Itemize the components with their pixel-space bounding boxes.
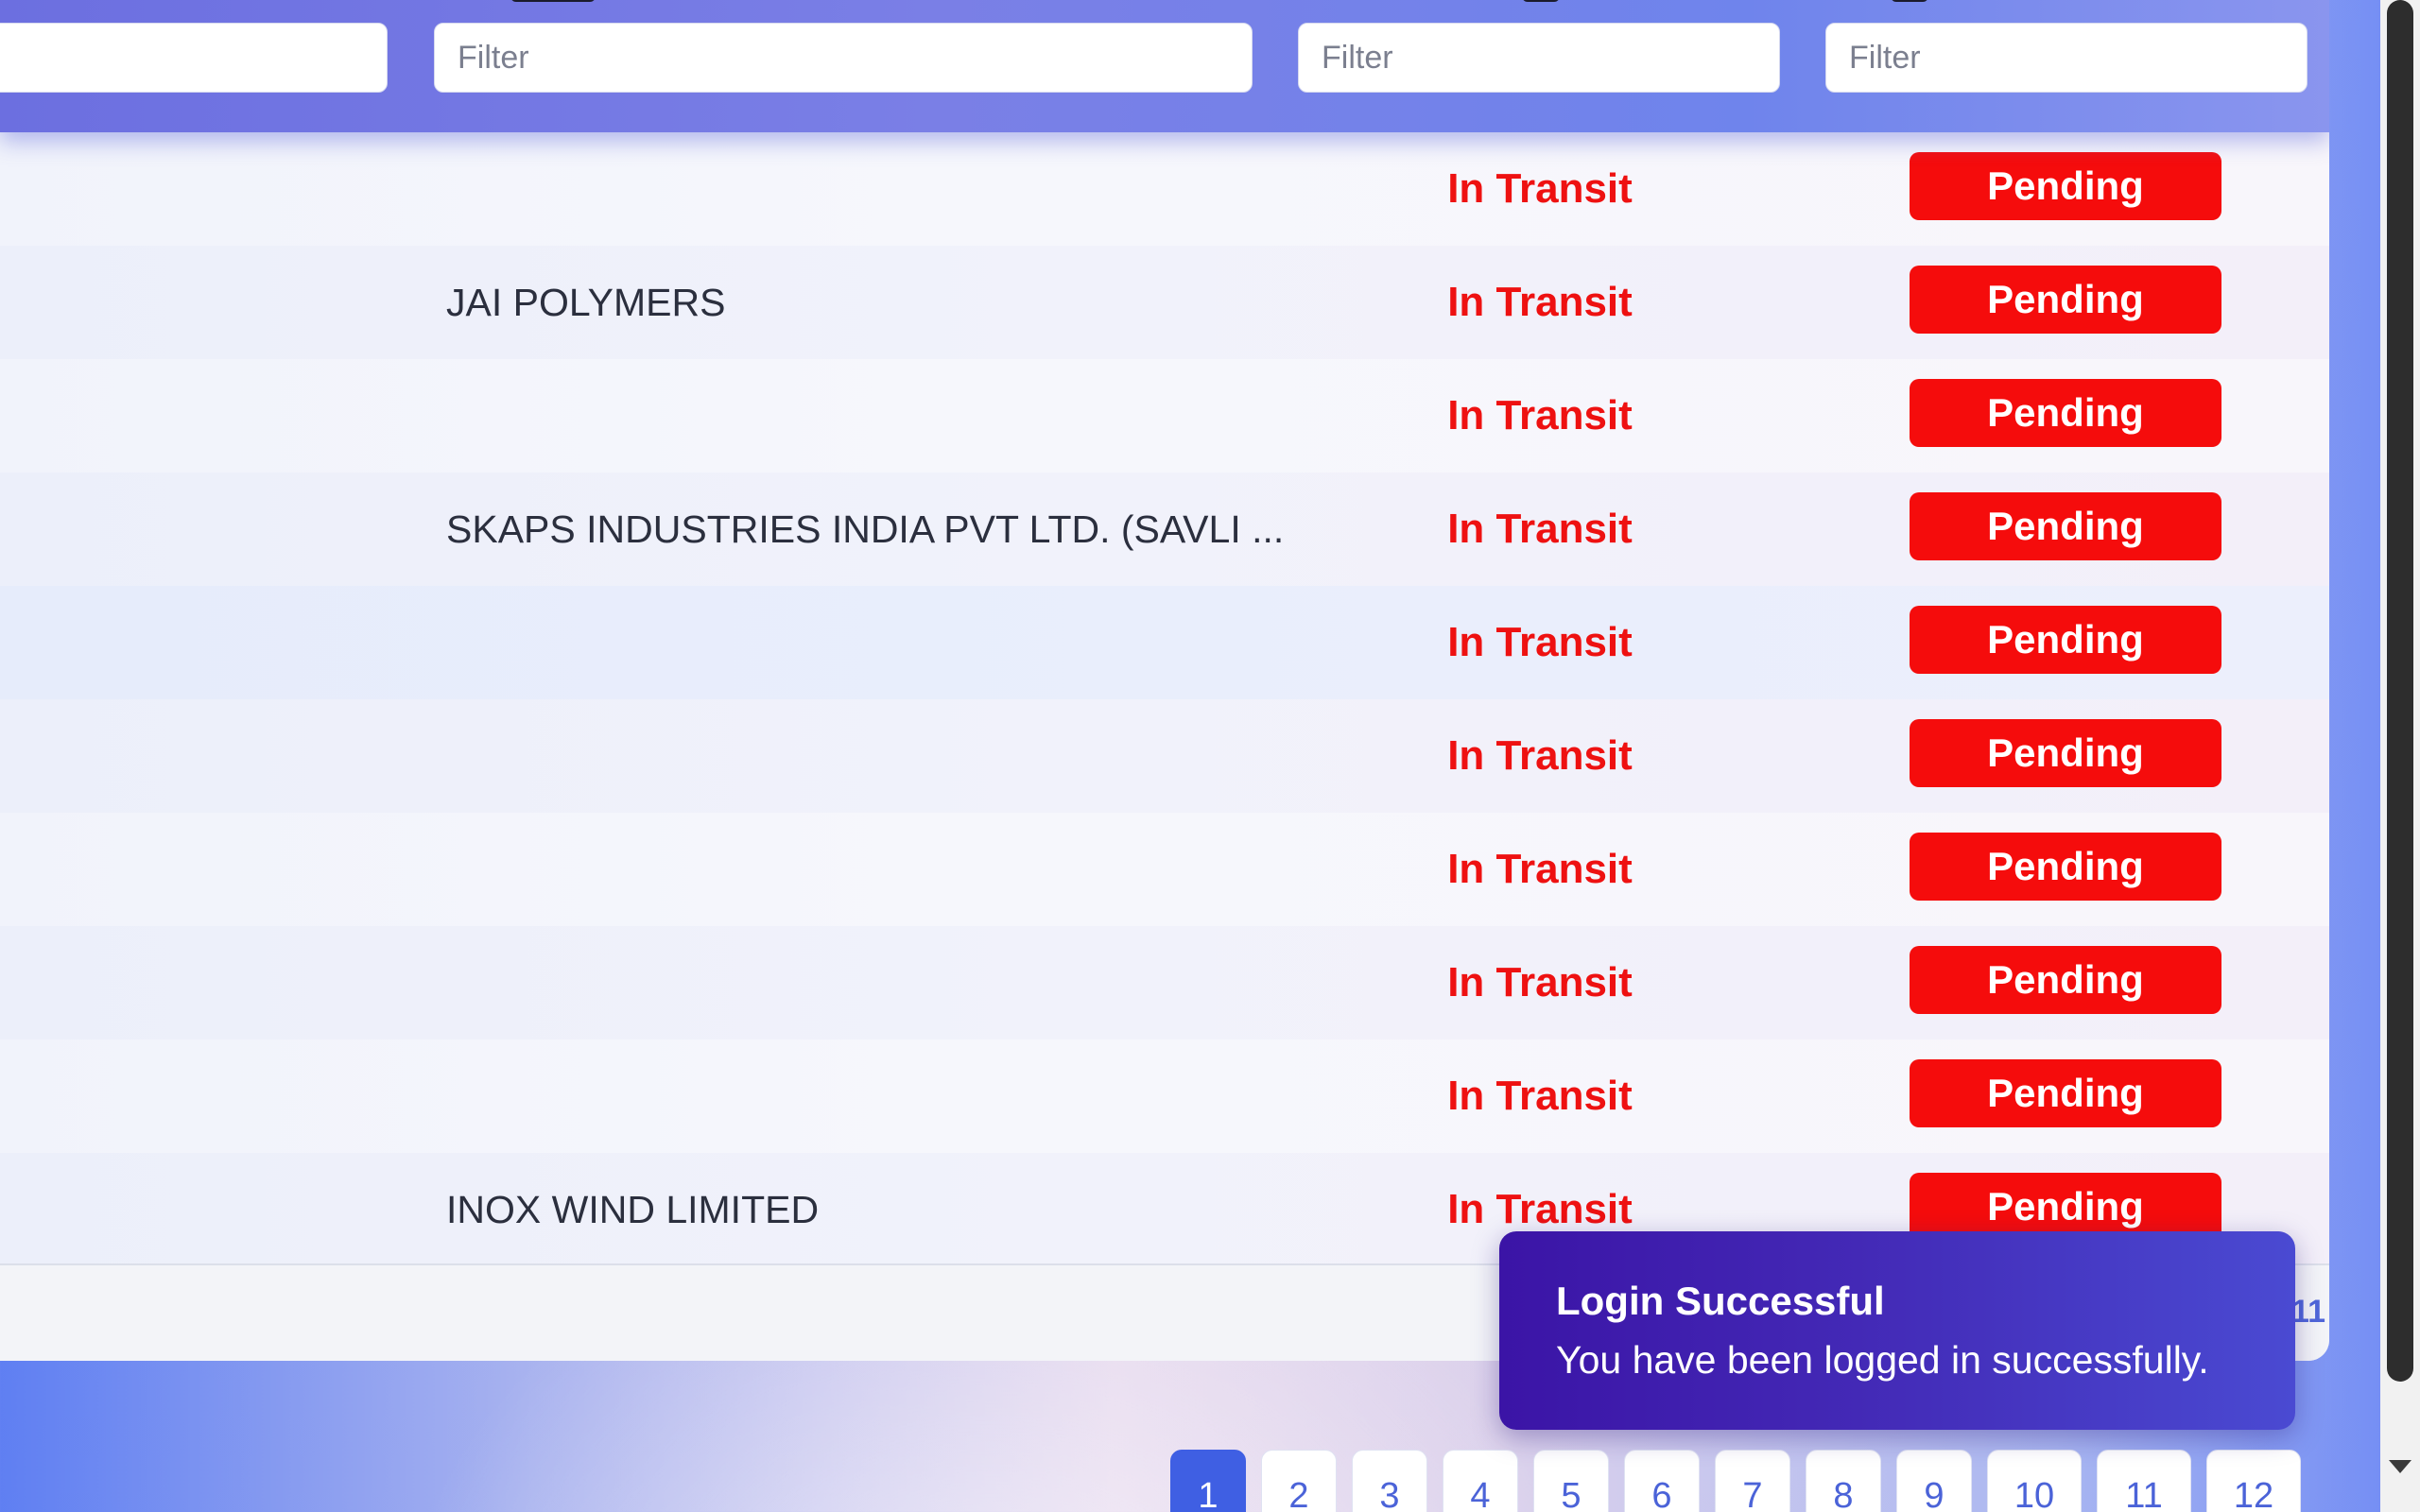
toast-title: Login Successful — [1556, 1279, 1885, 1323]
pending-button[interactable]: Pending — [1910, 946, 2221, 1014]
table-row[interactable]: In Transit Pending — [0, 813, 2329, 926]
status-cell: In Transit — [1447, 732, 1633, 779]
page-button-4[interactable]: 4 — [1443, 1450, 1518, 1512]
pending-button[interactable]: Pending — [1910, 492, 2221, 560]
table-row[interactable]: In Transit Pending — [0, 699, 2329, 813]
header-label-fragment — [510, 0, 596, 2]
table-row[interactable]: In Transit Pending — [0, 359, 2329, 472]
status-cell: In Transit — [1447, 846, 1633, 892]
company-cell: SKAPS INDUSTRIES INDIA PVT LTD. (SAVLI .… — [446, 507, 1285, 551]
page-button-1[interactable]: 1 — [1170, 1450, 1246, 1512]
pending-button[interactable]: Pending — [1910, 266, 2221, 334]
pending-button[interactable]: Pending — [1910, 379, 2221, 447]
table-body: In Transit Pending JAI POLYMERS In Trans… — [0, 132, 2329, 1266]
page-button-11[interactable]: 11 — [2097, 1450, 2191, 1512]
page-button-3[interactable]: 3 — [1352, 1450, 1427, 1512]
table-row[interactable]: In Transit Pending — [0, 132, 2329, 246]
page-button-9[interactable]: 9 — [1896, 1450, 1972, 1512]
page-button-2[interactable]: 2 — [1261, 1450, 1337, 1512]
status-cell: In Transit — [1447, 279, 1633, 325]
header-label-fragment — [1891, 0, 1928, 2]
page-button-6[interactable]: 6 — [1624, 1450, 1700, 1512]
page-button-8[interactable]: 8 — [1806, 1450, 1881, 1512]
filter-input-col1[interactable] — [0, 23, 388, 93]
filter-input-status[interactable] — [1298, 23, 1780, 93]
status-cell: In Transit — [1447, 506, 1633, 552]
status-cell: In Transit — [1447, 1073, 1633, 1119]
page-button-12[interactable]: 12 — [2206, 1450, 2301, 1512]
company-cell: JAI POLYMERS — [446, 281, 726, 324]
company-cell: INOX WIND LIMITED — [446, 1188, 820, 1231]
scrollbar-thumb[interactable] — [2387, 0, 2413, 1382]
table-row[interactable]: In Transit Pending — [0, 586, 2329, 699]
vertical-scrollbar[interactable] — [2380, 0, 2420, 1512]
header-label-fragment — [1522, 0, 1560, 2]
login-success-toast[interactable]: Login Successful You have been logged in… — [1499, 1231, 2295, 1430]
table-row[interactable]: In Transit Pending — [0, 1040, 2329, 1153]
page-button-5[interactable]: 5 — [1533, 1450, 1609, 1512]
scroll-down-arrow-icon[interactable] — [2389, 1460, 2411, 1473]
pagination: 1 2 3 4 5 6 7 8 9 10 11 12 — [1170, 1450, 2301, 1512]
shipments-table: In Transit Pending JAI POLYMERS In Trans… — [0, 0, 2329, 1361]
table-row[interactable]: JAI POLYMERS In Transit Pending — [0, 246, 2329, 359]
page-button-7[interactable]: 7 — [1715, 1450, 1790, 1512]
pending-button[interactable]: Pending — [1910, 719, 2221, 787]
status-cell: In Transit — [1447, 619, 1633, 665]
pending-button[interactable]: Pending — [1910, 1059, 2221, 1127]
pending-button[interactable]: Pending — [1910, 833, 2221, 901]
status-cell: In Transit — [1447, 392, 1633, 438]
pending-button[interactable]: Pending — [1910, 606, 2221, 674]
toast-message: You have been logged in successfully. — [1556, 1338, 2209, 1382]
filter-input-company[interactable] — [434, 23, 1253, 93]
table-row[interactable]: In Transit Pending — [0, 926, 2329, 1040]
filter-input-action[interactable] — [1825, 23, 2308, 93]
table-row[interactable]: SKAPS INDUSTRIES INDIA PVT LTD. (SAVLI .… — [0, 472, 2329, 586]
page-button-10[interactable]: 10 — [1987, 1450, 2082, 1512]
pending-button[interactable]: Pending — [1910, 152, 2221, 220]
table-header — [0, 0, 2329, 132]
status-cell: In Transit — [1447, 165, 1633, 212]
status-cell: In Transit — [1447, 959, 1633, 1005]
